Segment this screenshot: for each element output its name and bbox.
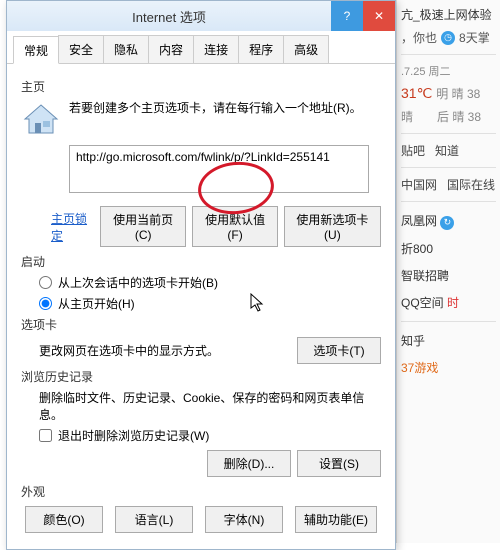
help-button[interactable]: ? <box>331 1 363 31</box>
tabs-description: 更改网页在选项卡中的显示方式。 <box>39 342 297 359</box>
history-settings-button[interactable]: 设置(S) <box>297 450 381 477</box>
home-icon <box>21 99 61 139</box>
bg-tab-title: 亢_极速上网体验 <box>401 6 496 23</box>
bg-site-link[interactable]: 智联招聘 <box>401 267 496 284</box>
delete-on-exit-checkbox[interactable]: 退出时删除浏览历史记录(W) <box>39 427 381 444</box>
bg-nav-row2: 中国网 国际在线 <box>401 176 496 193</box>
refresh-icon: ↻ <box>440 216 454 230</box>
use-newtab-button[interactable]: 使用新选项卡(U) <box>284 206 381 247</box>
homepage-lock-link[interactable]: 主页锁定 <box>51 210 94 244</box>
tabs-settings-button[interactable]: 选项卡(T) <box>297 337 381 364</box>
bg-user-line: ，你也 ◷ 8天掌 <box>401 29 496 46</box>
tab-privacy[interactable]: 隐私 <box>103 35 149 63</box>
tabs-section-label: 选项卡 <box>21 316 381 333</box>
bg-nav-link[interactable]: 国际在线 <box>447 176 495 193</box>
internet-options-dialog: Internet 选项 ? ✕ 常规 安全 隐私 内容 连接 程序 高级 主页 … <box>6 0 396 550</box>
background-browser-panel: 亢_极速上网体验 ，你也 ◷ 8天掌 .7.25 周二 31℃ 明 晴 38 晴… <box>396 0 500 543</box>
fonts-button[interactable]: 字体(N) <box>205 506 283 533</box>
bg-nav-link[interactable]: 贴吧 <box>401 142 425 159</box>
bg-site-link[interactable]: 凤凰网 ↻ <box>401 212 496 230</box>
history-description: 删除临时文件、历史记录、Cookie、保存的密码和网页表单信息。 <box>39 389 381 423</box>
homepage-section-label: 主页 <box>21 78 381 95</box>
homepage-instruction: 若要创建多个主页选项卡，请在每行输入一个地址(R)。 <box>69 99 381 139</box>
startup-last-session-radio[interactable]: 从上次会话中的选项卡开始(B) <box>39 274 381 291</box>
tab-programs[interactable]: 程序 <box>238 35 284 63</box>
dialog-title: Internet 选项 <box>7 7 331 26</box>
close-button[interactable]: ✕ <box>363 1 395 31</box>
bg-nav-link[interactable]: 知道 <box>435 142 459 159</box>
tab-strip: 常规 安全 隐私 内容 连接 程序 高级 <box>7 31 395 64</box>
bg-temperature: 31℃ <box>401 85 432 102</box>
bg-site-link[interactable]: QQ空间 时 <box>401 294 496 311</box>
tab-advanced[interactable]: 高级 <box>283 35 329 63</box>
titlebar: Internet 选项 ? ✕ <box>7 1 395 31</box>
history-section-label: 浏览历史记录 <box>21 368 381 385</box>
tab-security[interactable]: 安全 <box>58 35 104 63</box>
bg-site-link[interactable]: 37游戏 <box>401 359 496 376</box>
hot-icon: 时 <box>447 296 459 310</box>
bg-site-link[interactable]: 知乎 <box>401 332 496 349</box>
tab-connections[interactable]: 连接 <box>193 35 239 63</box>
clock-icon: ◷ <box>441 31 455 45</box>
tab-content[interactable]: 内容 <box>148 35 194 63</box>
accessibility-button[interactable]: 辅助功能(E) <box>295 506 377 533</box>
homepage-url-input[interactable] <box>69 145 369 193</box>
use-default-button[interactable]: 使用默认值(F) <box>192 206 277 247</box>
tab-general[interactable]: 常规 <box>13 36 59 64</box>
bg-nav-link[interactable]: 中国网 <box>401 176 437 193</box>
delete-history-button[interactable]: 删除(D)... <box>207 450 291 477</box>
bg-date: .7.25 周二 <box>401 63 496 79</box>
bg-nav-row1: 贴吧 知道 <box>401 142 496 159</box>
bg-site-link[interactable]: 折800 <box>401 240 496 257</box>
startup-section-label: 启动 <box>21 253 381 270</box>
use-current-button[interactable]: 使用当前页(C) <box>100 206 187 247</box>
appearance-section-label: 外观 <box>21 483 381 500</box>
languages-button[interactable]: 语言(L) <box>115 506 193 533</box>
startup-homepage-radio[interactable]: 从主页开始(H) <box>39 295 381 312</box>
colors-button[interactable]: 颜色(O) <box>25 506 103 533</box>
